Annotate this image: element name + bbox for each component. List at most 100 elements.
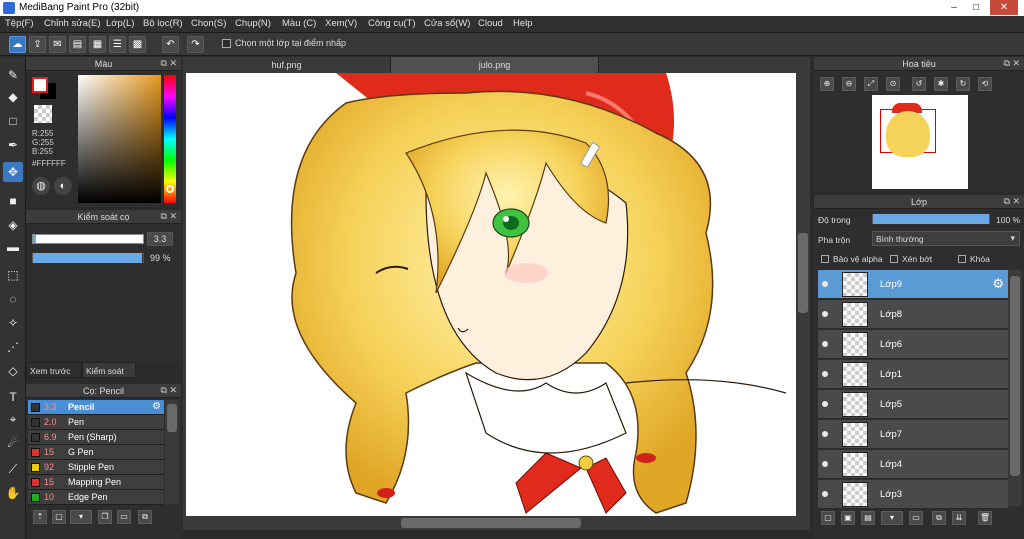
text-tool-icon[interactable]: T [3, 387, 23, 407]
canvas-hscroll-thumb[interactable] [401, 518, 581, 528]
eye-icon[interactable] [822, 371, 828, 377]
brush-new-icon[interactable]: ▢ [52, 510, 66, 524]
saturation-value-picker[interactable] [78, 75, 161, 203]
menu-tools[interactable]: Công cụ(T) [368, 18, 416, 29]
blend-mode-select[interactable]: Bình thường ▾ [872, 231, 1020, 246]
rect-tool-icon[interactable]: □ [3, 111, 23, 131]
panel-close-icon[interactable]: ⧉ ✕ [1004, 196, 1020, 207]
blur-tool-icon[interactable]: ☄ [3, 433, 23, 453]
menu-edit[interactable]: Chỉnh sửa(E) [44, 18, 101, 29]
brush-item[interactable]: 10 Edge Pen [28, 490, 164, 505]
magic-wand-icon[interactable]: ✧ [3, 313, 23, 333]
menu-cloud[interactable]: Cloud [478, 18, 503, 29]
layer-item[interactable]: Lớp5 [818, 390, 1008, 419]
brush-copy-icon[interactable]: ❐ [98, 510, 112, 524]
undo-icon[interactable]: ↶ [162, 36, 179, 53]
select-layer-checkbox[interactable] [222, 39, 231, 48]
menu-filter[interactable]: Bộ lọc(R) [143, 18, 183, 29]
eye-icon[interactable] [822, 431, 828, 437]
brush-cloud-icon[interactable]: ⇡ [33, 510, 47, 524]
lasso-icon[interactable]: ◌ [3, 289, 23, 309]
fill-rect-tool-icon[interactable]: ■ [3, 191, 23, 211]
layer-list-scrollbar[interactable] [1008, 270, 1022, 506]
cloud-icon[interactable]: ☁ [9, 36, 26, 53]
layer-folder-icon[interactable]: ▭ [909, 511, 923, 525]
canvas-horizontal-scrollbar[interactable] [183, 516, 810, 530]
eye-icon[interactable] [822, 341, 828, 347]
fit-screen-icon[interactable]: ⤢ [864, 77, 878, 91]
brush-tool-icon[interactable]: ✎ [3, 65, 23, 85]
menu-layer[interactable]: Lớp(L) [106, 18, 134, 29]
layer-item[interactable]: Lớp4 [818, 450, 1008, 479]
brush-size-slider[interactable] [32, 234, 144, 244]
eye-icon[interactable] [822, 461, 828, 467]
chat-icon[interactable]: ✉ [49, 36, 66, 53]
list-icon[interactable]: ☰ [109, 36, 126, 53]
layer-item[interactable]: Lớp1 [818, 360, 1008, 389]
brush-list-scrollbar[interactable] [165, 400, 179, 504]
minimize-button[interactable]: – [943, 0, 965, 15]
grid-icon[interactable]: ▩ [129, 36, 146, 53]
brush-scroll-thumb[interactable] [167, 404, 177, 432]
menu-capture[interactable]: Chụp(N) [235, 18, 271, 29]
panel-tool-icon[interactable]: ⌖ [3, 409, 23, 429]
menu-select[interactable]: Chọn(S) [191, 18, 226, 29]
hue-slider[interactable] [164, 75, 176, 203]
layer-item[interactable]: Lớp6 [818, 330, 1008, 359]
transparent-swatch[interactable] [34, 105, 52, 123]
canvas-vertical-scrollbar[interactable] [796, 73, 810, 516]
canvas-artwork[interactable] [186, 73, 796, 516]
move-tool-icon[interactable]: ✥ [3, 162, 23, 182]
brush-item[interactable]: 3.3 Pencil ⚙ [28, 400, 164, 415]
select-eraser-icon[interactable]: ◇ [3, 361, 23, 381]
panel-close-icon[interactable]: ⧉ ✕ [161, 58, 177, 69]
redo-icon[interactable]: ↷ [187, 36, 204, 53]
tab-brush-control[interactable]: Kiểm soát cọ [82, 362, 136, 392]
canvas-vscroll-thumb[interactable] [798, 233, 808, 313]
palette-add-icon[interactable]: ◐ [54, 177, 72, 195]
gear-icon[interactable]: ⚙ [992, 276, 1004, 292]
select-pen-icon[interactable]: ⋰ [3, 337, 23, 357]
eye-icon[interactable] [822, 401, 828, 407]
bucket-tool-icon[interactable]: ◈ [3, 215, 23, 235]
panel-close-icon[interactable]: ⧉ ✕ [161, 385, 177, 396]
comment-icon[interactable]: ▤ [69, 36, 86, 53]
maximize-button[interactable]: □ [965, 0, 987, 15]
menu-color[interactable]: Màu (C) [282, 18, 316, 29]
share-icon[interactable]: ⇪ [29, 36, 46, 53]
alpha-protect-checkbox[interactable] [821, 255, 829, 263]
eyedropper-icon[interactable]: ⟋ [3, 459, 23, 479]
tab-brush-preview[interactable]: Xem trước cọ [26, 362, 82, 392]
layer-item[interactable]: Lớp8 [818, 300, 1008, 329]
foreground-color-swatch[interactable] [32, 77, 48, 93]
close-button[interactable]: ✕ [990, 0, 1018, 15]
new-halftone-layer-icon[interactable]: ▣ [841, 511, 855, 525]
panel-close-icon[interactable]: ⧉ ✕ [161, 211, 177, 222]
hand-tool-icon[interactable]: ✋ [3, 483, 23, 503]
brush-size-value[interactable]: 3.3 [147, 232, 173, 246]
hue-handle[interactable] [166, 185, 174, 193]
eye-icon[interactable] [822, 311, 828, 317]
gradient-tool-icon[interactable]: ▬ [3, 237, 23, 257]
menu-view[interactable]: Xem(V) [325, 18, 357, 29]
gear-icon[interactable]: ⚙ [152, 401, 161, 412]
select-rect-icon[interactable]: ⬚ [3, 265, 23, 285]
tab-document-huf[interactable]: huf.png [183, 57, 391, 73]
layer-scroll-thumb[interactable] [1010, 276, 1020, 476]
brush-item[interactable]: 15 Mapping Pen [28, 475, 164, 490]
brush-item[interactable]: 6.9 Pen (Sharp) [28, 430, 164, 445]
layer-item[interactable]: Lớp9 ⚙ [818, 270, 1008, 299]
menu-window[interactable]: Cửa sổ(W) [424, 18, 470, 29]
menu-file[interactable]: Tệp(F) [5, 18, 34, 29]
brush-item[interactable]: 15 G Pen [28, 445, 164, 460]
merge-layer-icon[interactable]: ⇊ [952, 511, 966, 525]
rotate-right-icon[interactable]: ↻ [956, 77, 970, 91]
new-layer-icon[interactable]: ▢ [821, 511, 835, 525]
zoom-in-icon[interactable]: ⊕ [820, 77, 834, 91]
document-icon[interactable]: ▦ [89, 36, 106, 53]
panel-close-icon[interactable]: ⧉ ✕ [1004, 58, 1020, 69]
layer-item[interactable]: Lớp3 [818, 480, 1008, 509]
flip-icon[interactable]: ✱ [934, 77, 948, 91]
brush-duplicate-icon[interactable]: ⧉ [138, 510, 152, 524]
add-layer-dropdown-icon[interactable]: ▾ [881, 511, 903, 525]
